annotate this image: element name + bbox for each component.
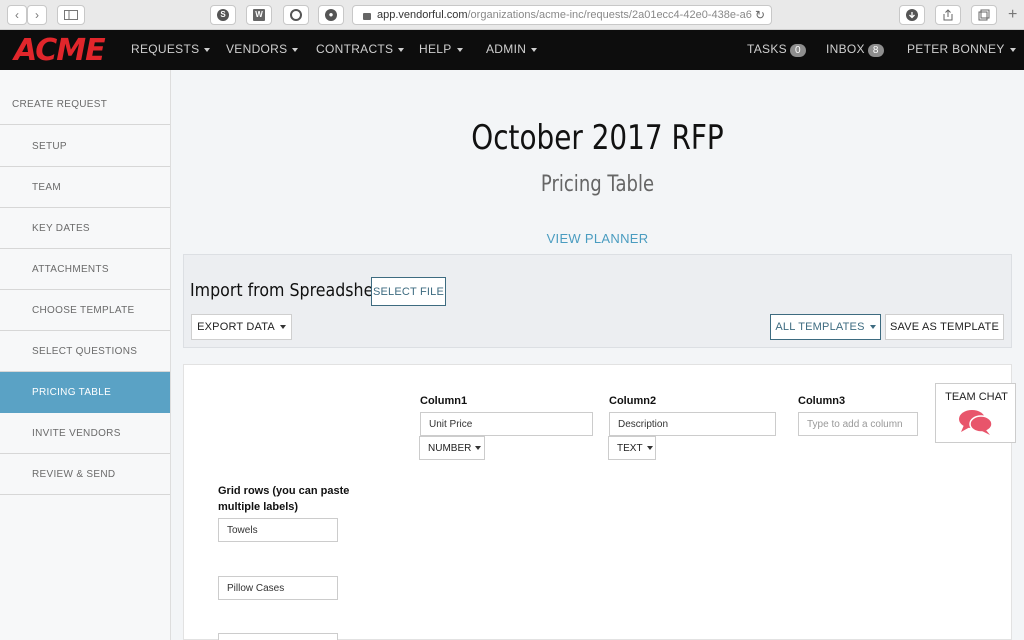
back-icon[interactable]: ‹ <box>7 5 27 25</box>
chevron-down-icon <box>531 47 538 52</box>
column3-input[interactable]: Type to add a column <box>798 412 918 436</box>
sidebar-item-invite-vendors[interactable]: INVITE VENDORS <box>0 413 170 454</box>
chevron-down-icon <box>1009 47 1016 52</box>
chevron-down-icon <box>292 47 299 52</box>
forward-icon[interactable]: › <box>27 5 47 25</box>
chevron-down-icon <box>398 47 405 52</box>
sidebar-item-create-request[interactable]: CREATE REQUEST <box>0 84 170 125</box>
acme-logo[interactable]: ACME <box>14 33 106 68</box>
import-label: Import from Spreadsheet: <box>190 280 395 301</box>
sidebar-item-select-questions[interactable]: SELECT QUESTIONS <box>0 331 170 372</box>
share-icon[interactable] <box>935 5 961 25</box>
sidebar-item-team[interactable]: TEAM <box>0 167 170 208</box>
nav-tasks[interactable]: TASKS 0 <box>747 42 806 57</box>
column1-type-dropdown[interactable]: NUMBER <box>419 436 485 460</box>
nav-inbox[interactable]: INBOX 8 <box>826 42 884 57</box>
nav-requests[interactable]: REQUESTS <box>131 42 211 56</box>
page-title: October 2017 RFP <box>471 118 724 158</box>
url-host: app.vendorful.com <box>377 9 468 21</box>
chevron-down-icon <box>475 446 482 450</box>
column1-input[interactable]: Unit Price <box>420 412 593 436</box>
browser-toolbar: ‹ › S W ● app.vendorful.com/organization… <box>0 0 1024 30</box>
sidebar-item-attachments[interactable]: ATTACHMENTS <box>0 249 170 290</box>
new-tab-icon[interactable]: + <box>1008 6 1017 24</box>
nav-contracts[interactable]: CONTRACTS <box>316 42 405 56</box>
reload-icon[interactable]: ↻ <box>755 8 765 22</box>
tasks-count-badge: 0 <box>789 44 806 57</box>
top-navigation: ACME REQUESTS VENDORS CONTRACTS HELP ADM… <box>0 30 1024 70</box>
skype-extension-icon[interactable]: S <box>210 5 236 25</box>
sidebar-item-setup[interactable]: SETUP <box>0 126 170 167</box>
office-extension-icon[interactable]: W <box>246 5 272 25</box>
nav-user-menu[interactable]: PETER BONNEY <box>907 42 1016 56</box>
sidebar-item-review-send[interactable]: REVIEW & SEND <box>0 454 170 495</box>
sidebar-item-key-dates[interactable]: KEY DATES <box>0 208 170 249</box>
chevron-down-icon <box>869 325 876 329</box>
column3-label: Column3 <box>798 395 846 407</box>
nav-vendors[interactable]: VENDORS <box>226 42 299 56</box>
export-data-button[interactable]: EXPORT DATA <box>191 314 292 340</box>
camera-extension-icon[interactable] <box>283 5 309 25</box>
chevron-down-icon <box>646 446 653 450</box>
column2-input[interactable]: Description <box>609 412 776 436</box>
grid-rows-label: Grid rows (you can paste multiple labels… <box>218 485 350 513</box>
save-as-template-button[interactable]: SAVE AS TEMPLATE <box>885 314 1004 340</box>
select-file-button[interactable]: SELECT FILE <box>371 277 446 306</box>
grid-row-input[interactable]: Pillow Cases <box>218 576 338 600</box>
inbox-count-badge: 8 <box>867 44 884 57</box>
sidebar-toggle-icon[interactable] <box>57 5 85 25</box>
all-templates-button[interactable]: ALL TEMPLATES <box>770 314 881 340</box>
nav-admin[interactable]: ADMIN <box>486 42 538 56</box>
chat-bubbles-icon <box>959 410 993 435</box>
chevron-down-icon <box>204 47 211 52</box>
chevron-down-icon <box>279 325 286 329</box>
lock-icon <box>363 12 371 20</box>
chevron-down-icon <box>456 47 463 52</box>
view-planner-link[interactable]: VIEW PLANNER <box>171 231 1024 246</box>
grid-row-input[interactable] <box>218 633 338 640</box>
column1-label: Column1 <box>420 395 468 407</box>
page-subtitle: Pricing Table <box>540 172 655 197</box>
sidebar-item-choose-template[interactable]: CHOOSE TEMPLATE <box>0 290 170 331</box>
sidebar: CREATE REQUEST SETUP TEAM KEY DATES ATTA… <box>0 70 171 640</box>
team-chat-label: TEAM CHAT <box>945 391 1008 403</box>
tabs-icon[interactable] <box>971 5 997 25</box>
team-chat-widget[interactable]: TEAM CHAT <box>935 383 1016 443</box>
column2-label: Column2 <box>609 395 657 407</box>
download-icon[interactable] <box>899 5 925 25</box>
url-path: /organizations/acme-inc/requests/2a01ecc… <box>467 9 752 21</box>
grid-row-input[interactable]: Towels <box>218 518 338 542</box>
address-bar[interactable]: app.vendorful.com/organizations/acme-inc… <box>352 5 772 25</box>
ghostery-extension-icon[interactable]: ● <box>318 5 344 25</box>
nav-help[interactable]: HELP <box>419 42 463 56</box>
column2-type-dropdown[interactable]: TEXT <box>608 436 656 460</box>
sidebar-item-pricing-table[interactable]: PRICING TABLE <box>0 372 170 413</box>
